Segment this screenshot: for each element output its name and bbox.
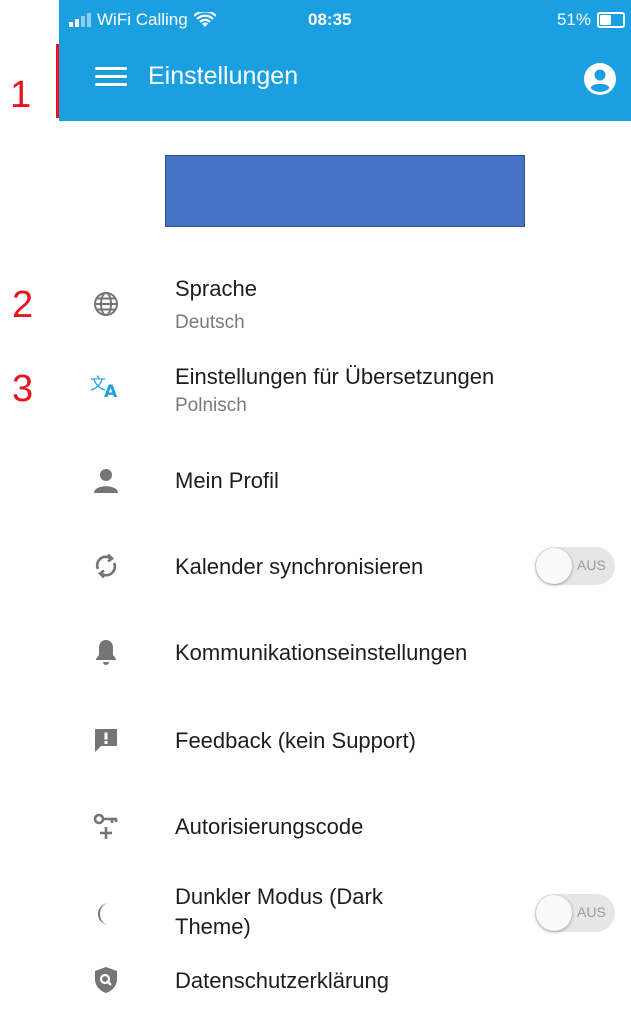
setting-label: Autorisierungscode bbox=[175, 814, 364, 839]
toggle-knob bbox=[536, 895, 572, 931]
setting-label: Einstellungen für Übersetzungen bbox=[175, 364, 495, 389]
setting-label: Datenschutzerklärung bbox=[175, 968, 390, 993]
translate-icon: 文 A bbox=[88, 368, 124, 404]
setting-feedback[interactable]: Feedback (kein Support) bbox=[0, 718, 631, 762]
status-right: 51% bbox=[557, 10, 625, 30]
carrier-label: WiFi Calling bbox=[97, 10, 188, 29]
status-left: WiFi Calling bbox=[69, 10, 216, 30]
setting-profile[interactable]: Mein Profil bbox=[0, 458, 631, 502]
toggle-label: AUS bbox=[577, 904, 606, 920]
hamburger-menu-icon[interactable] bbox=[95, 62, 127, 90]
wifi-icon bbox=[193, 12, 216, 27]
toggle-knob bbox=[536, 548, 572, 584]
setting-translation[interactable]: 文 A Einstellungen für Übersetzungen Poln… bbox=[0, 358, 631, 428]
globe-icon bbox=[88, 286, 124, 322]
logo-placeholder bbox=[165, 155, 525, 227]
moon-icon bbox=[88, 896, 124, 932]
battery-icon bbox=[597, 12, 625, 28]
key-plus-icon bbox=[88, 808, 124, 844]
setting-value: Polnisch bbox=[175, 395, 247, 416]
setting-label-line2: Theme) bbox=[175, 914, 251, 939]
setting-communication[interactable]: Kommunikationseinstellungen bbox=[0, 630, 631, 674]
setting-calendar-sync[interactable]: Kalender synchronisieren AUS bbox=[0, 544, 631, 588]
annotation-1: 1 bbox=[10, 74, 32, 116]
person-icon bbox=[88, 462, 124, 498]
setting-label: Kalender synchronisieren bbox=[175, 554, 424, 579]
setting-label: Sprache bbox=[175, 276, 257, 301]
dark-mode-toggle[interactable]: AUS bbox=[535, 894, 615, 932]
page-title: Einstellungen bbox=[148, 62, 299, 90]
status-time: 08:35 bbox=[308, 10, 352, 29]
setting-language[interactable]: Sprache Deutsch bbox=[0, 270, 631, 342]
app-header: WiFi Calling 08:35 51% Einstellungen bbox=[59, 0, 631, 121]
setting-dark-mode[interactable]: Dunkler Modus (Dark Theme) AUS bbox=[0, 884, 631, 944]
account-circle-icon[interactable] bbox=[583, 62, 617, 96]
calendar-sync-toggle[interactable]: AUS bbox=[535, 547, 615, 585]
app-bar: Einstellungen bbox=[59, 40, 631, 121]
setting-label: Mein Profil bbox=[175, 468, 279, 493]
battery-percent: 51% bbox=[556, 10, 591, 29]
setting-privacy[interactable]: Datenschutzerklärung bbox=[0, 967, 631, 1012]
signal-icon bbox=[69, 13, 91, 27]
toggle-label: AUS bbox=[577, 557, 606, 573]
setting-value: Deutsch bbox=[175, 312, 245, 333]
feedback-icon bbox=[88, 722, 124, 758]
bell-icon bbox=[88, 634, 124, 670]
battery-fill bbox=[600, 15, 611, 25]
setting-auth-code[interactable]: Autorisierungscode bbox=[0, 804, 631, 848]
setting-label: Feedback (kein Support) bbox=[175, 728, 416, 753]
shield-icon bbox=[88, 962, 124, 998]
status-bar: WiFi Calling 08:35 51% bbox=[59, 0, 631, 40]
setting-label: Dunkler Modus (Dark bbox=[175, 884, 383, 909]
sync-icon bbox=[88, 548, 124, 584]
setting-label: Kommunikationseinstellungen bbox=[175, 640, 468, 665]
svg-text:A: A bbox=[104, 382, 118, 399]
